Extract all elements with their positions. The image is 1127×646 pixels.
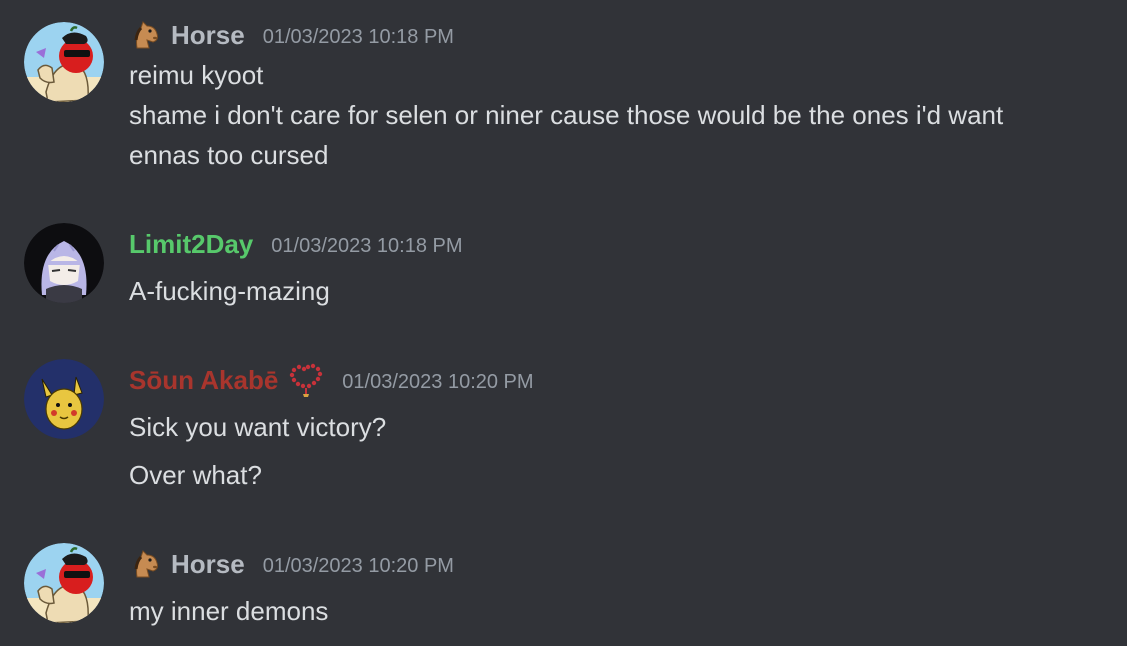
timestamp: 01/03/2023 10:20 PM <box>262 554 454 577</box>
avatar[interactable] <box>24 543 104 623</box>
message-list: Horse 01/03/2023 10:18 PM reimu kyoot sh… <box>0 0 1127 646</box>
username[interactable]: Horse <box>171 549 245 580</box>
message-text: my inner demons <box>129 596 329 626</box>
message-header: Horse 01/03/2023 10:20 PM <box>129 546 454 582</box>
horse-emoji-icon <box>129 547 163 581</box>
message-group-horse: Horse 01/03/2023 10:20 PM my inner demon… <box>0 0 1127 646</box>
